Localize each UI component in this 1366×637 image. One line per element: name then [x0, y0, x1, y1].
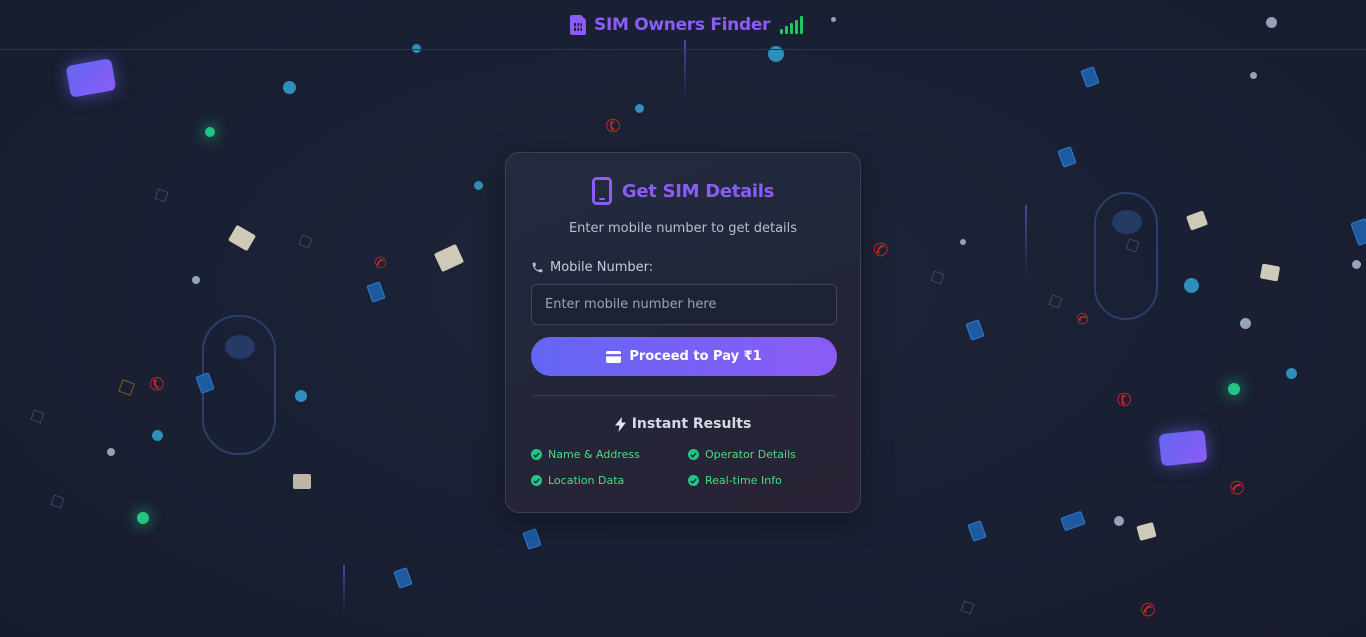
- check-circle-icon: [531, 449, 542, 460]
- check-circle-icon: [688, 449, 699, 460]
- sim-card-icon: [570, 15, 586, 35]
- telephone-icon: ✆: [371, 252, 390, 274]
- card-subtitle: Enter mobile number to get details: [568, 221, 798, 236]
- green-dot: [1228, 383, 1240, 395]
- feature-item: Name & Address: [531, 448, 640, 461]
- map-pin-icon: [1114, 516, 1124, 526]
- instant-results-heading: Instant Results: [506, 416, 860, 432]
- mobile-number-label-text: Mobile Number:: [550, 260, 654, 275]
- instant-results-text: Instant Results: [631, 416, 752, 432]
- square-outline: [960, 600, 975, 615]
- mobile-number-input[interactable]: [531, 284, 837, 325]
- mobile-number-label: Mobile Number:: [531, 260, 653, 275]
- mobile-device-icon: [393, 567, 413, 589]
- feature-item: Real-time Info: [688, 474, 782, 487]
- map-pin-icon: [1352, 260, 1361, 269]
- fax-machine-icon: [227, 224, 257, 252]
- globe-icon: [152, 430, 163, 441]
- square-outline: [298, 234, 313, 249]
- fax-machine-icon: [433, 243, 465, 273]
- map-pin-icon: [960, 239, 966, 245]
- vertical-streak: [1025, 205, 1027, 280]
- sim-details-card: Get SIM Details Enter mobile number to g…: [505, 152, 861, 513]
- vertical-streak: [343, 565, 345, 615]
- square-outline: [30, 409, 45, 424]
- square-outline: [930, 270, 945, 285]
- app-title: SIM Owners Finder: [594, 15, 771, 35]
- globe-icon: [283, 81, 296, 94]
- card-title: Get SIM Details: [621, 180, 775, 202]
- sim-card-glow-icon: [65, 58, 117, 98]
- mobile-device-icon: [967, 520, 987, 542]
- proceed-to-pay-button[interactable]: Proceed to Pay ₹1: [531, 337, 837, 376]
- mobile-phone-icon: [591, 177, 612, 205]
- telephone-icon: ✆: [1071, 308, 1093, 330]
- feature-label: Location Data: [548, 474, 625, 487]
- globe-icon: [295, 390, 307, 402]
- telephone-icon: ✆: [601, 113, 626, 140]
- mobile-device-icon: [965, 319, 985, 341]
- card-header: Get SIM Details: [506, 177, 860, 205]
- brand[interactable]: SIM Owners Finder: [570, 12, 804, 38]
- mobile-device-icon: [1350, 217, 1366, 247]
- map-pin-icon: [192, 276, 200, 284]
- map-pin-icon: [107, 448, 115, 456]
- mobile-device-icon: [522, 528, 542, 550]
- fax-machine-icon: [293, 474, 311, 489]
- globe-icon: [635, 104, 644, 113]
- square-outline: [1048, 294, 1063, 309]
- green-dot: [205, 127, 215, 137]
- square-outline: [50, 494, 65, 509]
- globe-icon: [1184, 278, 1199, 293]
- top-bar: SIM Owners Finder: [0, 0, 1366, 50]
- fax-machine-icon: [1259, 263, 1281, 282]
- telephone-icon: ✆: [1113, 388, 1136, 413]
- page: ✆ ✆ ✆ ✆ ✆ ✆ ✆ ✆ SIM Owners Finder Get SI…: [0, 0, 1366, 637]
- telephone-icon: ✆: [1224, 475, 1249, 502]
- phone-icon: [531, 261, 544, 274]
- map-pin-icon: [1240, 318, 1251, 329]
- credit-card-icon: [606, 350, 622, 363]
- map-pin-icon: [1250, 72, 1257, 79]
- signal-bars-icon: [780, 16, 804, 34]
- divider: [531, 395, 837, 396]
- square-outline: [118, 379, 135, 396]
- telephone-icon: ✆: [145, 371, 171, 398]
- check-circle-icon: [531, 475, 542, 486]
- fax-machine-icon: [1185, 210, 1209, 231]
- square-outline: [154, 188, 169, 203]
- mobile-device-icon: [366, 281, 386, 303]
- feature-item: Location Data: [531, 474, 624, 487]
- telephone-icon: ✆: [871, 238, 890, 263]
- globe-icon: [1286, 368, 1297, 379]
- feature-label: Real-time Info: [705, 474, 782, 487]
- feature-label: Operator Details: [705, 448, 796, 461]
- telephone-icon: ✆: [1136, 598, 1159, 623]
- green-dot: [137, 512, 149, 524]
- globe-icon: [474, 181, 483, 190]
- mobile-device-icon: [1080, 66, 1100, 88]
- mobile-device-icon: [1057, 146, 1077, 168]
- bolt-icon: [614, 416, 626, 432]
- fax-machine-icon: [1136, 522, 1157, 541]
- phone-outline-decoration: [1094, 192, 1158, 320]
- feature-item: Operator Details: [688, 448, 796, 461]
- sim-card-glow-icon: [1158, 429, 1208, 467]
- feature-label: Name & Address: [548, 448, 640, 461]
- proceed-to-pay-label: Proceed to Pay ₹1: [629, 349, 762, 364]
- check-circle-icon: [688, 475, 699, 486]
- mobile-device-icon: [1060, 510, 1086, 532]
